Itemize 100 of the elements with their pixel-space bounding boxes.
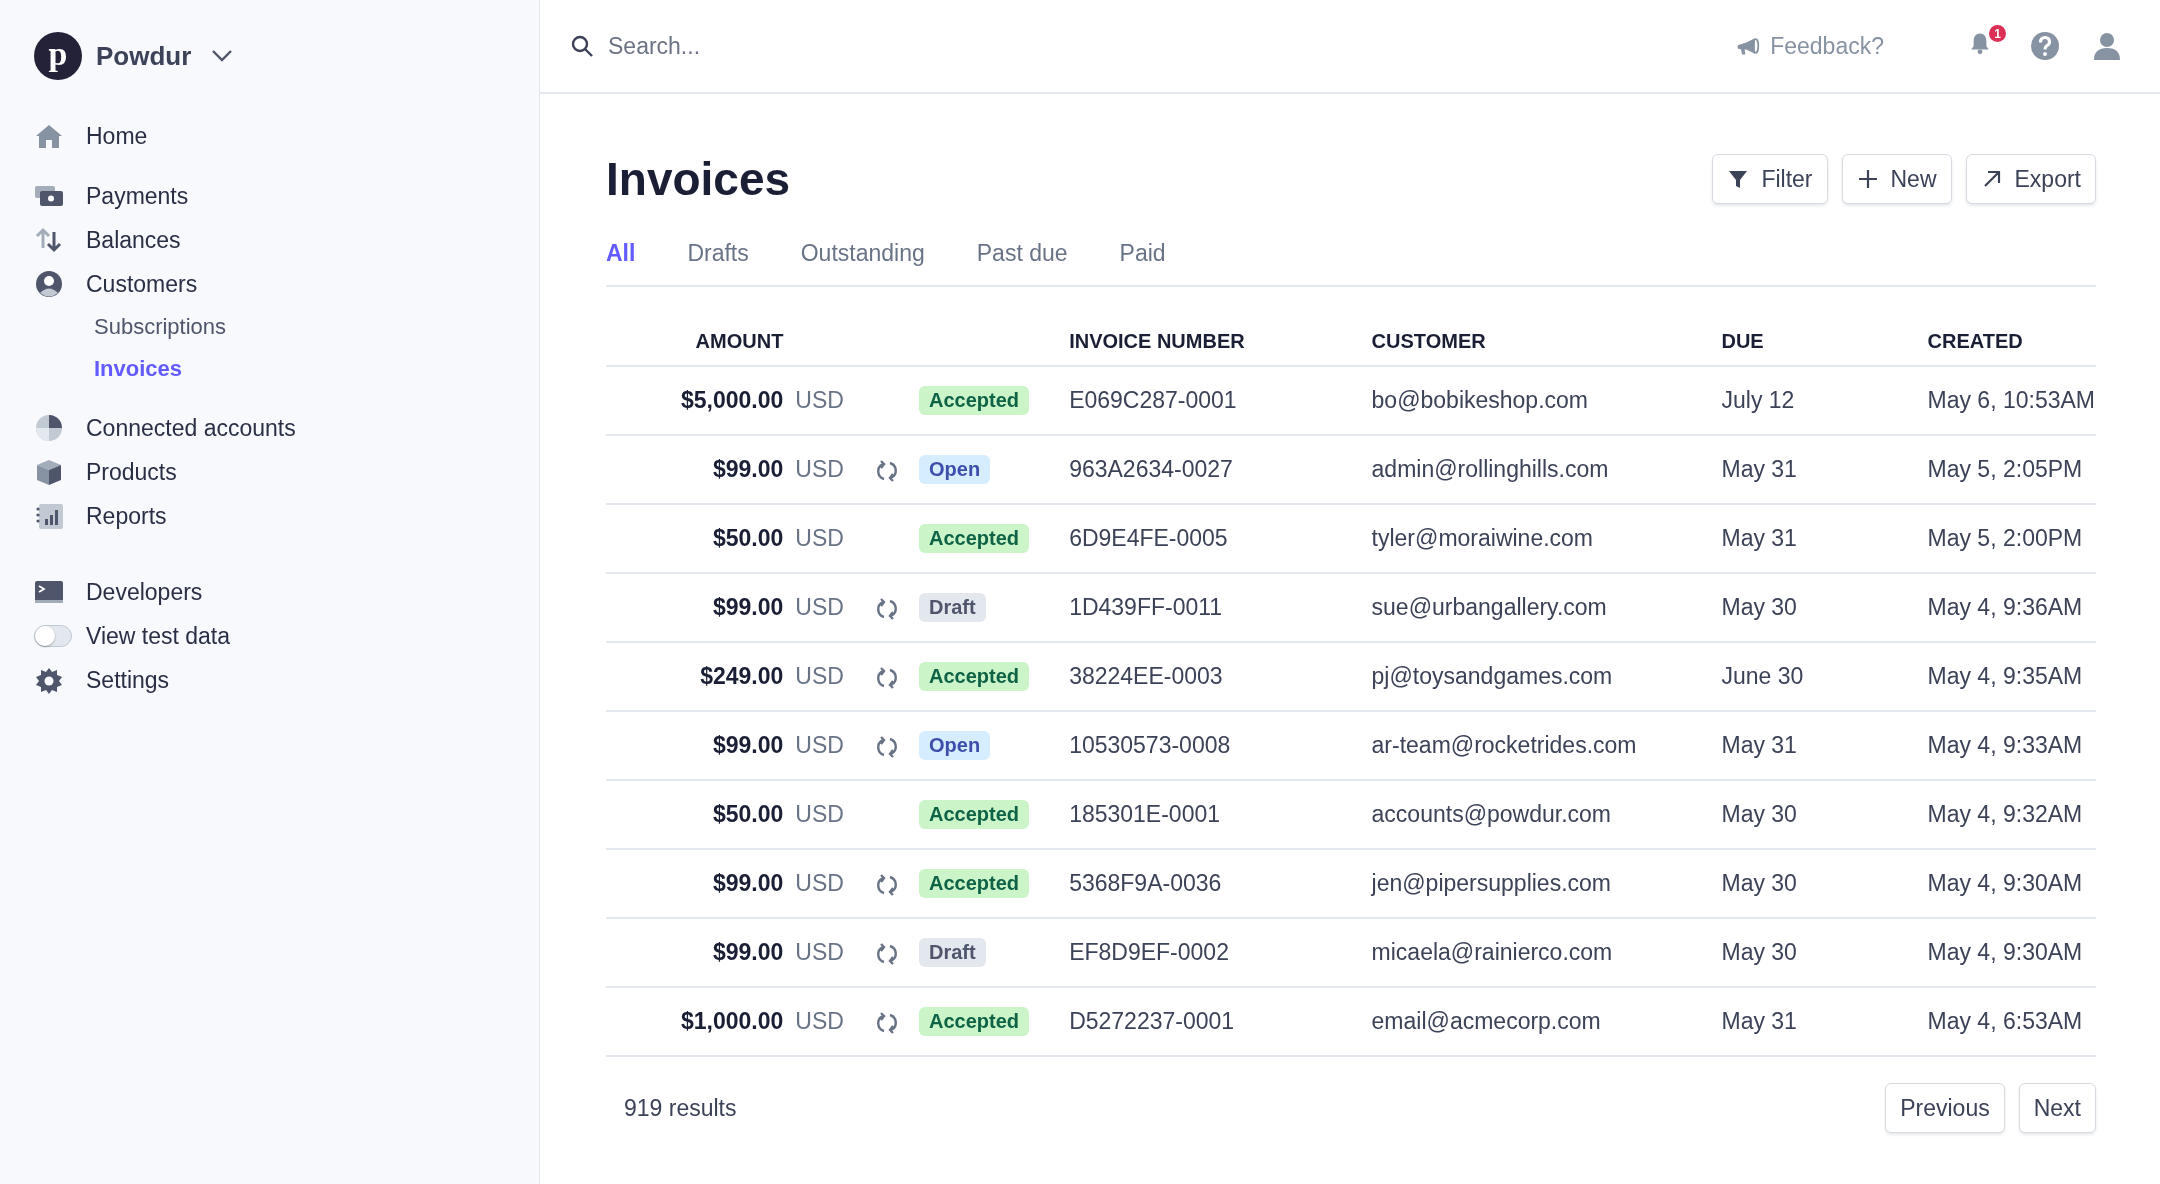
currency: USD [795, 456, 844, 482]
customer-email: ar-team@rocketrides.com [1371, 732, 1637, 758]
invoice-number: D5272237-0001 [1069, 1008, 1235, 1034]
nav-item[interactable]: Settings [34, 658, 539, 702]
status-badge: Draft [919, 593, 986, 622]
nav-item[interactable]: Reports [34, 494, 539, 538]
customer-email: email@acmecorp.com [1371, 1008, 1601, 1034]
export-button[interactable]: Export [1965, 154, 2096, 204]
tab[interactable]: Past due [976, 240, 1068, 267]
status-badge: Open [919, 455, 991, 484]
tab[interactable]: Outstanding [800, 240, 925, 267]
nav-item[interactable]: Balances [34, 218, 539, 262]
customer-email: jen@pipersupplies.com [1371, 870, 1611, 896]
customer-email: sue@urbangallery.com [1371, 594, 1607, 620]
due-date: May 31 [1721, 525, 1797, 551]
customer-email: admin@rollinghills.com [1371, 456, 1609, 482]
invoice-number: 5368F9A-0036 [1069, 870, 1222, 896]
currency: USD [795, 939, 844, 965]
created-date: May 4, 6:53AM [1927, 1008, 2083, 1034]
status-badge: Accepted [919, 524, 1030, 553]
created-date: May 5, 2:00PM [1927, 525, 2083, 551]
due-date: May 31 [1721, 732, 1797, 758]
filter-button[interactable]: Filter [1712, 154, 1828, 204]
help-icon[interactable] [2030, 31, 2060, 61]
user-icon[interactable] [2092, 31, 2122, 61]
chart-icon [34, 502, 64, 530]
status-badge: Accepted [919, 1007, 1030, 1036]
created-date: May 6, 10:53AM [1927, 387, 2095, 413]
nav-item[interactable]: Products [34, 450, 539, 494]
invoice-number: E069C287-0001 [1069, 387, 1237, 413]
tab[interactable]: All [606, 240, 636, 267]
customer-email: pj@toysandgames.com [1371, 663, 1613, 689]
box-icon [34, 458, 64, 486]
column-header: AMOUNT [606, 317, 784, 366]
invoice-number: 185301E-0001 [1069, 801, 1221, 827]
amount: $1,000.00 [681, 1008, 784, 1034]
settings-icon [34, 666, 64, 694]
status-badge: Accepted [919, 662, 1030, 691]
currency: USD [795, 594, 844, 620]
terminal-icon [34, 578, 64, 606]
toggle-switch[interactable] [34, 625, 72, 647]
new-button[interactable]: New [1841, 154, 1952, 204]
nav-item[interactable]: Payments [34, 174, 539, 218]
nav-subitem[interactable]: Subscriptions [34, 306, 539, 348]
customer-email: micaela@rainierco.com [1371, 939, 1613, 965]
pie-icon [34, 414, 64, 442]
amount: $249.00 [700, 663, 784, 689]
due-date: May 30 [1721, 939, 1797, 965]
invoice-number: 38224EE-0003 [1069, 663, 1223, 689]
page-title: Invoices [606, 152, 791, 206]
column-header: DUE [1720, 317, 1927, 366]
nav-item[interactable]: Home [34, 114, 539, 158]
invoice-number: 1D439FF-0011 [1069, 594, 1223, 620]
amount: $5,000.00 [681, 387, 784, 413]
currency: USD [795, 801, 844, 827]
notification-count: 1 [1989, 25, 2006, 42]
created-date: May 5, 2:05PM [1927, 456, 2083, 482]
column-header: CUSTOMER [1370, 317, 1721, 366]
column-header: INVOICE NUMBER [1068, 317, 1371, 366]
arrows-icon [34, 226, 64, 254]
previous-button[interactable]: Previous [1885, 1083, 2005, 1133]
home-icon [34, 122, 64, 150]
tab[interactable]: Drafts [687, 240, 749, 267]
amount: $50.00 [713, 525, 784, 551]
currency: USD [795, 663, 844, 689]
nav-item[interactable]: View test data [34, 614, 539, 658]
due-date: May 31 [1721, 1008, 1797, 1034]
user-circle-icon [34, 270, 64, 298]
column-header: CREATED [1926, 317, 2096, 366]
nav-item[interactable]: Connected accounts [34, 406, 539, 450]
funnel-icon [1727, 168, 1750, 190]
customer-email: accounts@powdur.com [1371, 801, 1611, 827]
chevron-down-icon [211, 49, 234, 63]
created-date: May 4, 9:32AM [1927, 801, 2083, 827]
invoice-number: 6D9E4FE-0005 [1069, 525, 1228, 551]
due-date: July 12 [1721, 387, 1795, 413]
due-date: May 30 [1721, 594, 1797, 620]
status-badge: Open [919, 731, 991, 760]
invoice-number: EF8D9EF-0002 [1069, 939, 1229, 965]
status-badge: Draft [919, 938, 986, 967]
nav-subitem[interactable]: Invoices [34, 348, 539, 390]
invoice-number: 10530573-0008 [1069, 732, 1231, 758]
results-count: 919 results [624, 1094, 737, 1122]
currency: USD [795, 525, 844, 551]
created-date: May 4, 9:30AM [1927, 939, 2083, 965]
nav-item[interactable]: Developers [34, 570, 539, 614]
account-name[interactable]: Powdur [96, 40, 192, 72]
customer-email: tyler@moraiwine.com [1371, 525, 1594, 551]
amount: $99.00 [713, 732, 784, 758]
created-date: May 4, 9:30AM [1927, 870, 2083, 896]
status-badge: Accepted [919, 800, 1030, 829]
nav-item[interactable]: Customers [34, 262, 539, 306]
status-badge: Accepted [919, 386, 1030, 415]
tab[interactable]: Paid [1119, 240, 1166, 267]
currency: USD [795, 387, 844, 413]
next-button[interactable]: Next [2018, 1083, 2096, 1133]
due-date: May 30 [1721, 870, 1797, 896]
account-logo: p [34, 32, 82, 80]
plus-icon [1856, 168, 1879, 190]
due-date: May 30 [1721, 801, 1797, 827]
